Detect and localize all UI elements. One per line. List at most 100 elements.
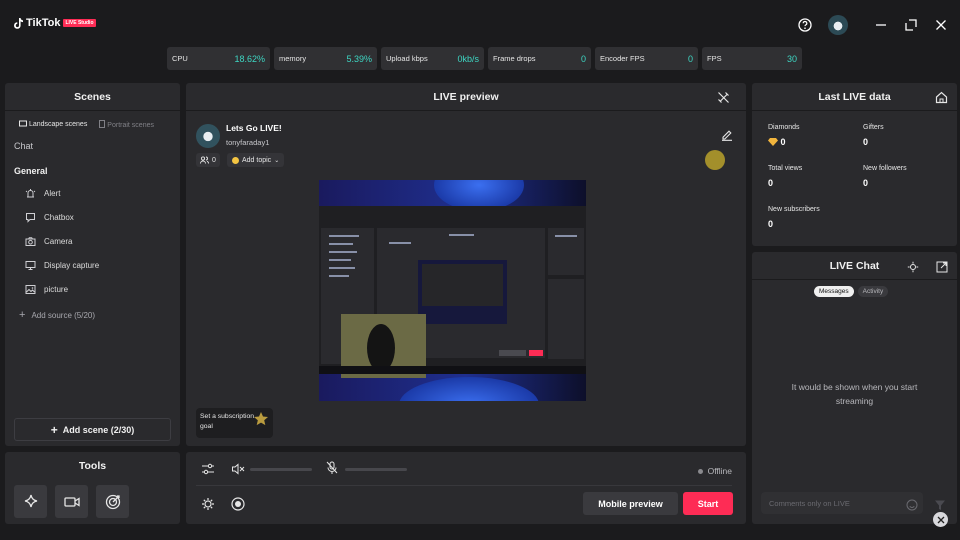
source-label: Alert	[44, 189, 61, 198]
app-name: TikTok	[26, 17, 61, 29]
tool-effects-button[interactable]	[14, 485, 47, 518]
tiktok-live-studio-window: TikTok LIVE Studio CPU 18.62% memory 5.39%…	[0, 0, 960, 540]
source-label: Chatbox	[44, 213, 74, 222]
preview-screen-capture	[319, 180, 586, 401]
scenes-title: Scenes	[5, 83, 180, 111]
cursor-highlight	[705, 150, 725, 170]
stat-label: FPS	[707, 54, 722, 63]
chat-settings-icon[interactable]	[907, 260, 919, 278]
status-dot	[697, 468, 703, 474]
add-source-label: Add source (5/20)	[31, 310, 96, 320]
title-prefix: Last	[818, 90, 840, 103]
stat-value: 5.39%	[346, 53, 372, 64]
diamond-icon	[768, 138, 778, 146]
mobile-preview-button[interactable]: Mobile preview	[583, 492, 678, 515]
stream-title[interactable]: Lets Go LIVE!	[226, 123, 282, 133]
source-label: Camera	[44, 237, 73, 246]
viewer-count-chip[interactable]: 0	[196, 153, 220, 167]
metric-label: New subscribers	[768, 206, 820, 213]
plus-icon: +	[50, 422, 58, 437]
sparkle-icon	[24, 494, 37, 507]
tab-activity[interactable]: Activity	[857, 286, 889, 297]
stat-upload: Upload kbps 0kb/s	[381, 47, 484, 70]
metric-diamonds: Diamonds 0	[768, 124, 800, 147]
microphone-slider[interactable]	[345, 468, 407, 471]
emoji-icon[interactable]	[906, 498, 918, 516]
viewer-count: 0	[212, 156, 216, 164]
stream-controls-panel: Offline Mobile preview Start	[186, 452, 746, 524]
source-item-camera[interactable]: Camera	[25, 236, 72, 247]
title-main: LIVE data	[842, 90, 891, 103]
tool-goal-button[interactable]	[96, 485, 129, 518]
source-label: Display capture	[44, 261, 100, 270]
users-icon	[200, 156, 209, 164]
chatbox-icon	[25, 212, 36, 223]
stat-value: 0	[580, 53, 586, 64]
metric-value: 0	[768, 178, 774, 188]
tool-camera-button[interactable]	[55, 485, 88, 518]
edit-icon[interactable]	[721, 128, 733, 146]
stat-value: 0kb/s	[457, 53, 479, 64]
popout-icon[interactable]	[936, 260, 948, 278]
home-icon[interactable]	[935, 91, 948, 109]
metric-total-views: Total views 0	[768, 165, 802, 188]
streamer-avatar[interactable]	[196, 124, 220, 148]
scene-general[interactable]: General	[14, 166, 48, 176]
source-item-picture[interactable]: picture	[25, 284, 68, 295]
stat-frame-drops: Frame drops 0	[488, 47, 591, 70]
monitor-icon	[25, 260, 36, 271]
metric-label: Total views	[768, 165, 803, 172]
add-source-button[interactable]: + Add source (5/20)	[19, 309, 95, 321]
start-button[interactable]: Start	[683, 492, 733, 515]
stat-label: memory	[279, 54, 307, 63]
tab-label: Portrait scenes	[107, 122, 154, 129]
stat-fps: FPS 30	[702, 47, 802, 70]
microphone-muted-icon[interactable]	[326, 461, 338, 480]
add-topic-button[interactable]: Add topic ⌄	[227, 153, 285, 167]
stat-value: 18.62%	[234, 53, 265, 64]
record-icon[interactable]	[231, 497, 245, 516]
target-icon	[105, 494, 120, 509]
stat-label: Encoder FPS	[600, 54, 645, 63]
user-avatar[interactable]	[828, 15, 848, 35]
maximize-icon[interactable]	[898, 15, 924, 35]
close-overlay-icon[interactable]	[933, 512, 948, 527]
chat-tabs: Messages Activity	[814, 286, 889, 297]
adjust-settings-icon[interactable]	[201, 462, 215, 480]
source-item-alert[interactable]: Alert	[25, 188, 60, 199]
close-icon[interactable]	[928, 15, 954, 35]
live-studio-badge: LIVE Studio	[63, 19, 96, 27]
metric-value: 0	[863, 178, 869, 188]
comment-input[interactable]: Comments only on LIVE	[761, 492, 923, 514]
help-icon[interactable]	[792, 15, 818, 35]
source-item-display-capture[interactable]: Display capture	[25, 260, 99, 271]
tab-landscape-scenes[interactable]: Landscape scenes	[19, 120, 87, 129]
preview-settings-icon[interactable]	[717, 91, 730, 109]
portrait-icon	[99, 120, 106, 128]
subscription-goal-card[interactable]: Set a subscription goal	[196, 408, 273, 438]
scene-orientation-tabs: Landscape scenes Portrait scenes	[19, 120, 154, 129]
tools-title: Tools	[78, 460, 107, 472]
source-label: picture	[44, 285, 69, 294]
topic-icon	[232, 156, 239, 164]
image-icon	[25, 284, 36, 295]
stat-value: 0	[687, 53, 693, 64]
chevron-down-icon: ⌄	[274, 157, 280, 164]
metric-label: Gifters	[863, 124, 884, 131]
add-scene-button[interactable]: + Add scene (2/30)	[14, 418, 171, 441]
preview-video-frame	[319, 180, 586, 401]
tab-portrait-scenes[interactable]: Portrait scenes	[99, 120, 154, 129]
app-brand: TikTok LIVE Studio	[14, 17, 96, 29]
settings-gear-icon[interactable]	[201, 497, 215, 516]
stat-cpu: CPU 18.62%	[167, 47, 270, 70]
subscription-goal-label: Set a subscription goal	[200, 413, 255, 431]
minimize-icon[interactable]	[868, 15, 894, 35]
source-item-chatbox[interactable]: Chatbox	[25, 212, 74, 223]
status-label: Offline	[707, 466, 732, 476]
metric-value: 0	[863, 137, 869, 147]
scene-chat[interactable]: Chat	[14, 141, 33, 151]
speaker-muted-icon[interactable]	[231, 462, 245, 480]
volume-slider[interactable]	[250, 468, 312, 471]
tools-panel: Tools	[5, 452, 180, 524]
tab-messages[interactable]: Messages	[814, 286, 854, 297]
